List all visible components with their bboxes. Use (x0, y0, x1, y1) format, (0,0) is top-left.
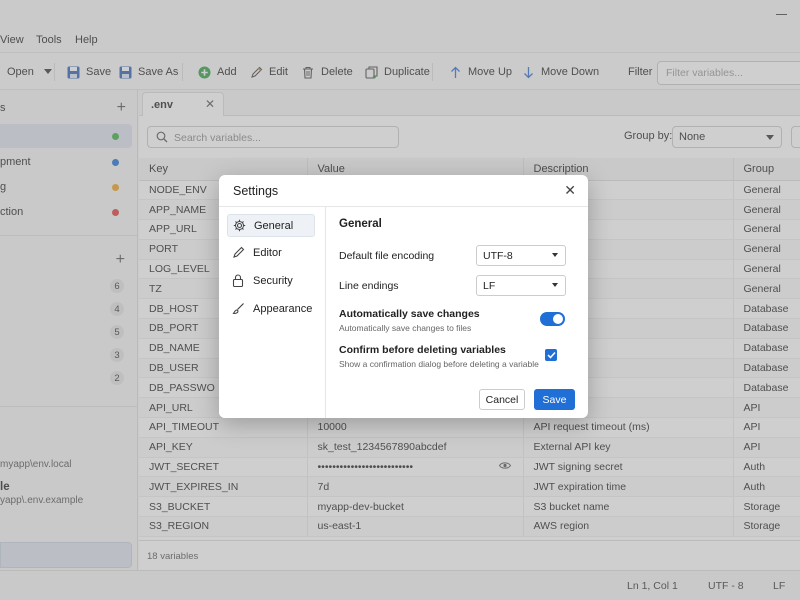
settings-nav-label: Security (253, 274, 293, 287)
autosave-title: Automatically save changes (339, 308, 480, 320)
autosave-toggle[interactable] (540, 312, 565, 326)
settings-nav-appearance[interactable]: Appearance (227, 297, 315, 320)
confirm-delete-description: Show a confirmation dialog before deleti… (339, 359, 539, 369)
close-icon[interactable]: ✕ (564, 182, 576, 199)
confirm-delete-title: Confirm before deleting variables (339, 344, 506, 356)
settings-nav-editor[interactable]: Editor (227, 241, 315, 264)
chevron-down-icon (552, 283, 558, 287)
brush-icon (232, 302, 245, 315)
pencil-icon (232, 246, 245, 259)
encoding-value: UTF-8 (483, 250, 513, 262)
settings-nav-label: General (254, 219, 294, 232)
save-button[interactable]: Save (534, 389, 575, 410)
settings-nav-label: Appearance (253, 302, 313, 315)
line-endings-value: LF (483, 280, 496, 292)
lock-icon (232, 274, 245, 287)
encoding-label: Default file encoding (339, 250, 435, 262)
autosave-description: Automatically save changes to files (339, 323, 472, 333)
gear-icon (233, 219, 246, 232)
settings-nav-label: Editor (253, 246, 282, 259)
settings-dialog: Settings ✕ General Editor Security Appea… (219, 175, 588, 418)
cancel-button[interactable]: Cancel (479, 389, 525, 410)
encoding-select[interactable]: UTF-8 (476, 245, 566, 266)
settings-content: General Default file encoding UTF-8 Line… (327, 207, 588, 418)
settings-nav-general[interactable]: General (227, 214, 315, 237)
line-endings-select[interactable]: LF (476, 275, 566, 296)
checkmark-icon (546, 351, 556, 359)
settings-nav-security[interactable]: Security (227, 269, 315, 292)
settings-nav: General Editor Security Appearance (219, 207, 326, 418)
chevron-down-icon (552, 253, 558, 257)
confirm-delete-checkbox[interactable] (545, 349, 557, 361)
section-title: General (339, 218, 382, 230)
line-endings-label: Line endings (339, 280, 399, 292)
dialog-title: Settings (233, 184, 279, 198)
